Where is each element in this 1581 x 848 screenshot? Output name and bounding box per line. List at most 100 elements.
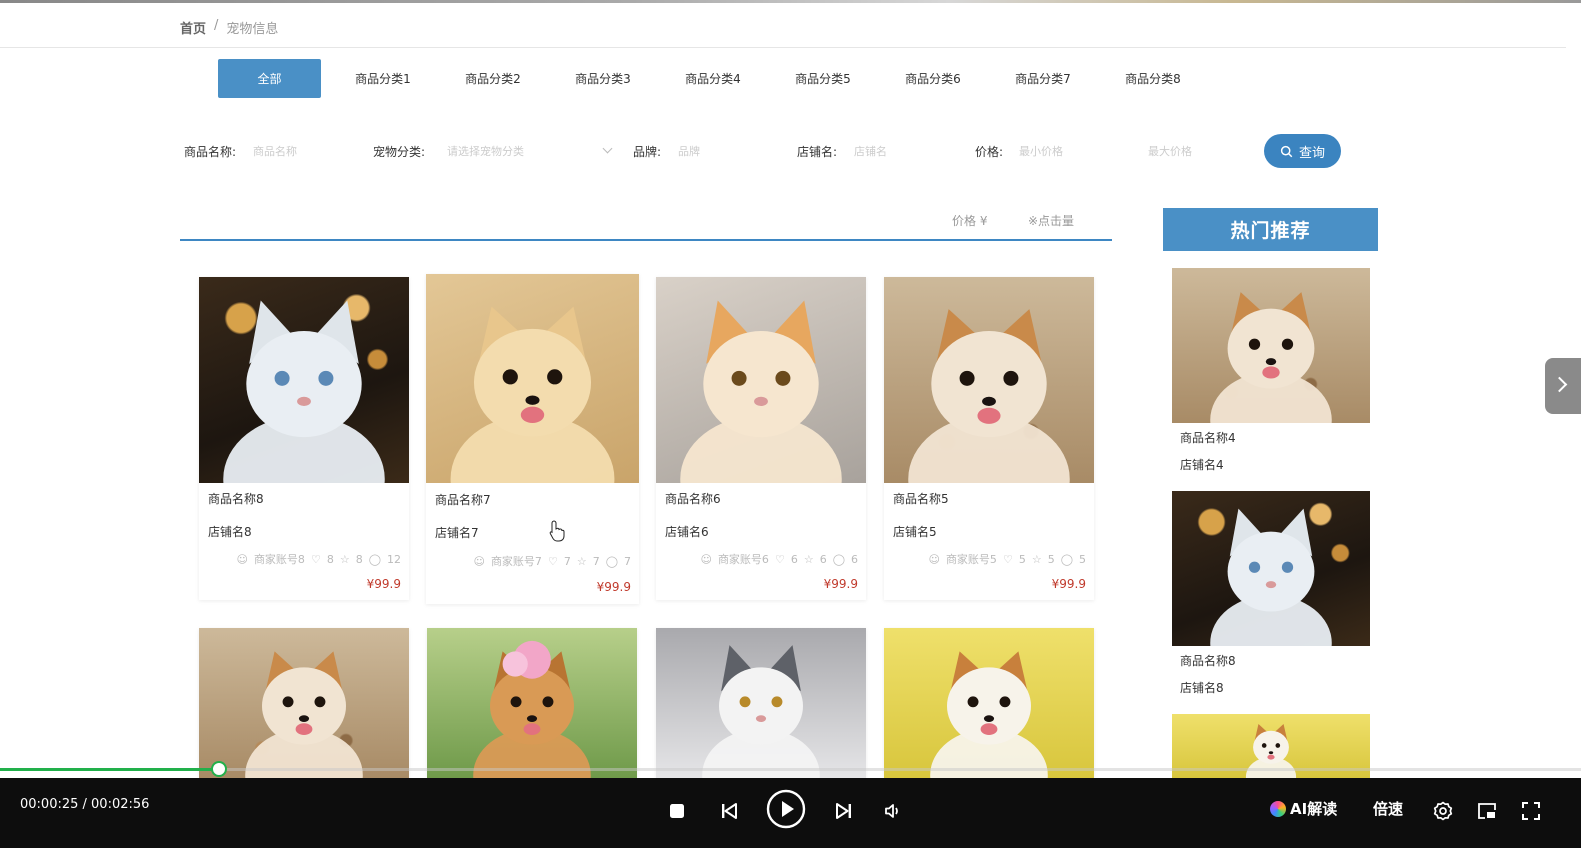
fav-count: 6 — [819, 552, 827, 566]
pet-type-select[interactable]: 请选择宠物分类 — [447, 143, 524, 159]
breadcrumb-current: 宠物信息 — [226, 22, 279, 37]
search-icon — [1280, 145, 1293, 157]
hot-item[interactable]: 商品名称4 店铺名4 — [1172, 268, 1370, 473]
product-name: 商品名称6 — [665, 492, 721, 506]
tab-all[interactable]: 全部 — [218, 59, 321, 98]
product-image[interactable] — [884, 277, 1094, 483]
gear-icon — [1433, 801, 1453, 821]
ai-interpret-button[interactable]: AI解读 — [1270, 798, 1337, 819]
product-image[interactable] — [656, 277, 866, 483]
progress-bar[interactable] — [0, 768, 1581, 771]
product-meta: ☺ 商家账号8 ♡ 8 ☆ 8 ◯ 12 — [236, 551, 401, 567]
like-count: 7 — [563, 554, 571, 568]
price-label: 价格: — [975, 145, 1004, 159]
search-button[interactable]: 查询 — [1264, 134, 1341, 168]
product-price: ¥99.9 — [366, 577, 401, 591]
chevron-down-icon[interactable] — [602, 143, 613, 154]
playback-speed-button[interactable]: 倍速 — [1373, 798, 1403, 819]
tab-category-3[interactable]: 商品分类3 — [548, 59, 658, 98]
user-icon: ☺ — [473, 554, 485, 568]
view-count: 7 — [624, 554, 631, 568]
product-image[interactable] — [656, 628, 866, 778]
stop-icon — [670, 804, 684, 818]
eye-icon: ◯ — [368, 552, 381, 566]
settings-button[interactable] — [1431, 799, 1455, 823]
hot-item[interactable]: 商品名称8 店铺名8 — [1172, 491, 1370, 696]
product-card[interactable]: 商品名称5 店铺名5 ☺ 商家账号5 ♡ 5 ☆ 5 ◯ 5 ¥99.9 — [884, 277, 1094, 600]
hot-item-image[interactable] — [1172, 268, 1370, 423]
breadcrumb: 首页 / 宠物信息 — [180, 18, 278, 37]
pet-type-label: 宠物分类: — [373, 145, 426, 159]
volume-button[interactable] — [882, 800, 904, 822]
product-card[interactable] — [656, 628, 866, 778]
product-card[interactable] — [884, 628, 1094, 778]
tab-category-7[interactable]: 商品分类7 — [988, 59, 1098, 98]
play-button[interactable] — [765, 788, 807, 830]
hot-item-image[interactable] — [1172, 491, 1370, 646]
product-image[interactable] — [884, 628, 1094, 778]
product-image[interactable] — [427, 628, 637, 778]
fullscreen-button[interactable] — [1519, 799, 1543, 823]
tab-category-6[interactable]: 商品分类6 — [878, 59, 988, 98]
hot-item-name: 商品名称8 — [1180, 654, 1236, 668]
brand-input[interactable]: 品牌 — [678, 143, 700, 159]
volume-icon — [885, 804, 898, 818]
product-price: ¥99.9 — [1051, 577, 1086, 591]
picture-in-picture-button[interactable] — [1475, 799, 1499, 823]
thumb-up-icon: ♡ — [310, 552, 321, 566]
product-image[interactable] — [199, 277, 409, 483]
skip-next-icon — [836, 803, 851, 819]
playback-time: 00:00:25 / 00:02:56 — [20, 797, 150, 812]
skip-previous-icon — [722, 803, 737, 819]
hot-item-shop: 店铺名8 — [1180, 681, 1224, 695]
sort-by-clicks[interactable]: ※点击量 — [1028, 212, 1074, 229]
product-name: 商品名称5 — [893, 492, 949, 506]
merchant-account: 商家账号5 — [945, 553, 997, 566]
like-count: 8 — [326, 552, 334, 566]
tab-category-4[interactable]: 商品分类4 — [658, 59, 768, 98]
fav-count: 8 — [355, 552, 363, 566]
tab-category-2[interactable]: 商品分类2 — [438, 59, 548, 98]
product-name-input[interactable]: 商品名称 — [253, 143, 297, 159]
side-expand-tab[interactable] — [1545, 358, 1581, 414]
next-button[interactable] — [833, 800, 855, 822]
eye-icon: ◯ — [832, 552, 845, 566]
tab-category-1[interactable]: 商品分类1 — [328, 59, 438, 98]
merchant-account: 商家账号6 — [717, 553, 769, 566]
breadcrumb-home[interactable]: 首页 — [180, 18, 206, 37]
user-icon: ☺ — [700, 552, 712, 566]
product-card[interactable]: 商品名称6 店铺名6 ☺ 商家账号6 ♡ 6 ☆ 6 ◯ 6 ¥99.9 — [656, 277, 866, 600]
brand-label: 品牌: — [633, 145, 662, 159]
product-image[interactable] — [199, 628, 409, 778]
product-card[interactable] — [199, 628, 409, 778]
merchant-account: 商家账号7 — [490, 555, 542, 568]
stop-button[interactable] — [668, 802, 686, 820]
thumb-up-icon: ♡ — [774, 552, 785, 566]
pip-icon — [1478, 803, 1496, 819]
previous-button[interactable] — [718, 800, 740, 822]
product-image[interactable] — [426, 274, 639, 483]
product-card[interactable]: 商品名称7 店铺名7 ☺ 商家账号7 ♡ 7 ☆ 7 ◯ 7 ¥99.9 — [426, 274, 639, 604]
shop-input[interactable]: 店铺名 — [854, 143, 887, 159]
hand-cursor-icon — [549, 520, 565, 542]
progress-fill — [0, 768, 225, 771]
progress-handle[interactable] — [211, 761, 227, 777]
product-card[interactable]: 商品名称8 店铺名8 ☺ 商家账号8 ♡ 8 ☆ 8 ◯ 12 ¥99.9 — [199, 277, 409, 600]
sort-by-price[interactable]: 价格 ¥ — [952, 212, 987, 229]
chevron-right-icon — [1551, 376, 1568, 393]
ai-logo-icon — [1270, 800, 1286, 817]
tab-category-5[interactable]: 商品分类5 — [768, 59, 878, 98]
product-name: 商品名称7 — [435, 493, 491, 507]
top-strip — [0, 0, 1581, 3]
tab-category-8[interactable]: 商品分类8 — [1098, 59, 1208, 98]
header-divider — [0, 47, 1566, 48]
view-count: 6 — [851, 552, 858, 566]
fav-count: 5 — [1047, 552, 1055, 566]
star-icon: ☆ — [576, 554, 587, 568]
product-card[interactable] — [427, 628, 637, 778]
product-meta: ☺ 商家账号6 ♡ 6 ☆ 6 ◯ 6 — [700, 551, 858, 567]
product-name: 商品名称8 — [208, 492, 264, 506]
price-max-input[interactable]: 最大价格 — [1148, 143, 1192, 159]
fullscreen-icon — [1522, 802, 1540, 820]
price-min-input[interactable]: 最小价格 — [1019, 143, 1063, 159]
